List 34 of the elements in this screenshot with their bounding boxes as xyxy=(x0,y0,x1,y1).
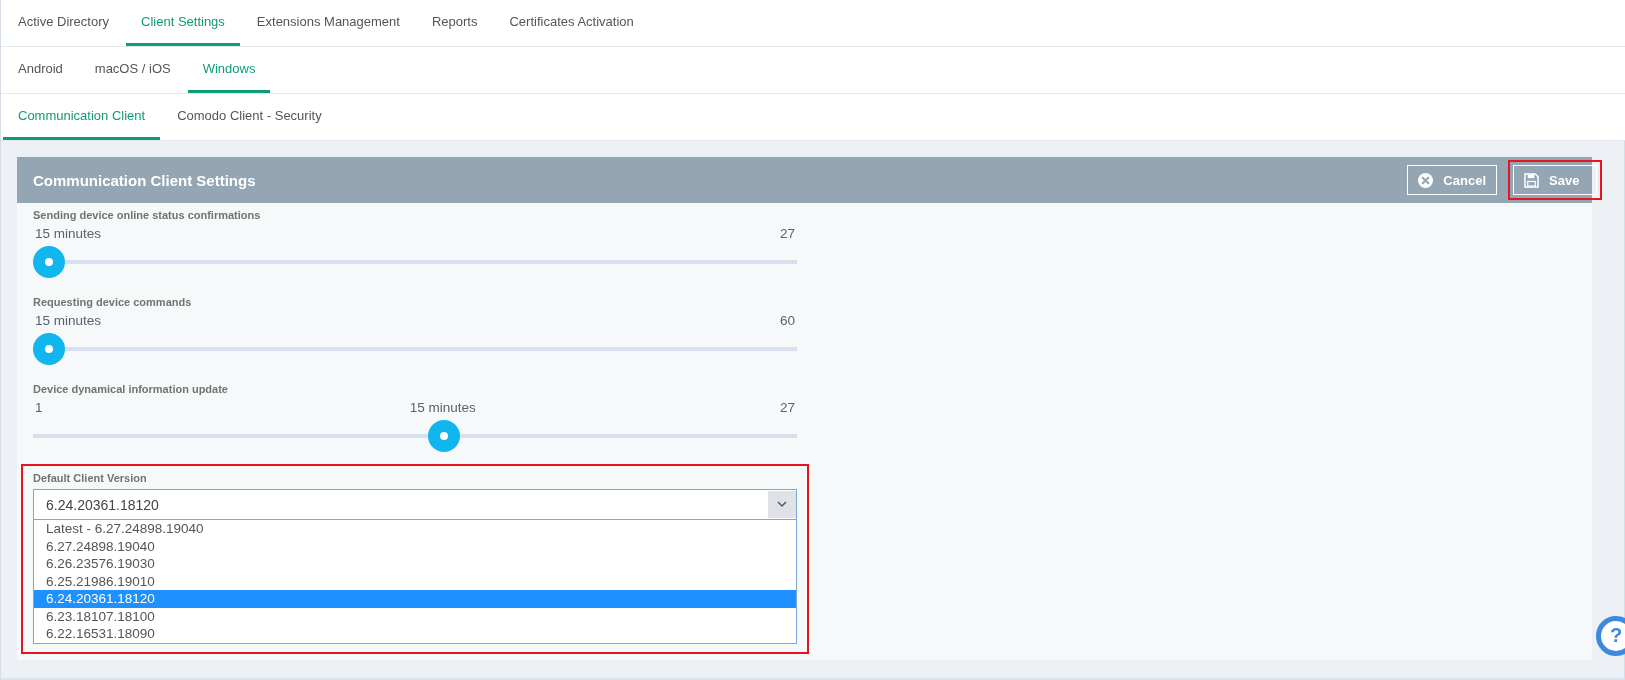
platform-tab[interactable]: Android xyxy=(3,47,78,93)
slider-max-label: 60 xyxy=(779,313,795,330)
nav-tab[interactable]: Reports xyxy=(416,0,493,46)
dropdown-option[interactable]: 6.26.23576.19030 xyxy=(34,555,796,573)
slider-thumb[interactable] xyxy=(33,246,65,278)
nav-tab[interactable]: Active Directory xyxy=(3,0,125,46)
platform-tab[interactable]: Windows xyxy=(187,47,271,93)
client-tab[interactable]: Comodo Client - Security xyxy=(162,94,337,140)
dropdown-option[interactable]: 6.27.24898.19040 xyxy=(34,537,796,555)
version-dropdown[interactable]: 6.24.20361.18120 xyxy=(33,489,797,520)
setting-label: Default Client Version xyxy=(33,472,148,484)
dropdown-option[interactable]: Latest - 6.27.24898.19040 xyxy=(34,520,796,538)
nav-tab[interactable]: Extensions Management xyxy=(241,0,415,46)
slider-value-label: 15 minutes xyxy=(34,226,103,241)
nav-tab[interactable]: Client Settings xyxy=(126,0,240,46)
setting-label: Requesting device commands xyxy=(33,296,193,308)
setting-label: Device dynamical information update xyxy=(33,383,229,395)
setting-label: Sending device online status confirmations xyxy=(33,209,262,221)
caret-icon xyxy=(777,501,787,508)
slider-max-label: 27 xyxy=(779,226,795,243)
platform-tab[interactable]: macOS / iOS xyxy=(79,47,186,93)
dropdown-option[interactable]: 6.25.21986.19010 xyxy=(34,572,796,590)
slider-thumb[interactable] xyxy=(33,333,65,365)
help-button[interactable]: ? xyxy=(1596,615,1625,656)
slider-value-label: 15 minutes xyxy=(408,400,477,415)
close-icon xyxy=(1418,172,1434,188)
dropdown-option[interactable]: 6.23.18107.18100 xyxy=(34,607,796,625)
slider-thumb[interactable] xyxy=(428,420,461,452)
nav-tab[interactable]: Certificates Activation xyxy=(494,0,649,46)
slider-max-label: 27 xyxy=(779,400,795,417)
dropdown-option[interactable]: 6.22.16531.18090 xyxy=(34,625,796,643)
panel-title: Communication Client Settings xyxy=(33,171,256,189)
slider-min-label: 1 xyxy=(35,400,43,417)
slider-value-label: 15 minutes xyxy=(34,313,103,328)
